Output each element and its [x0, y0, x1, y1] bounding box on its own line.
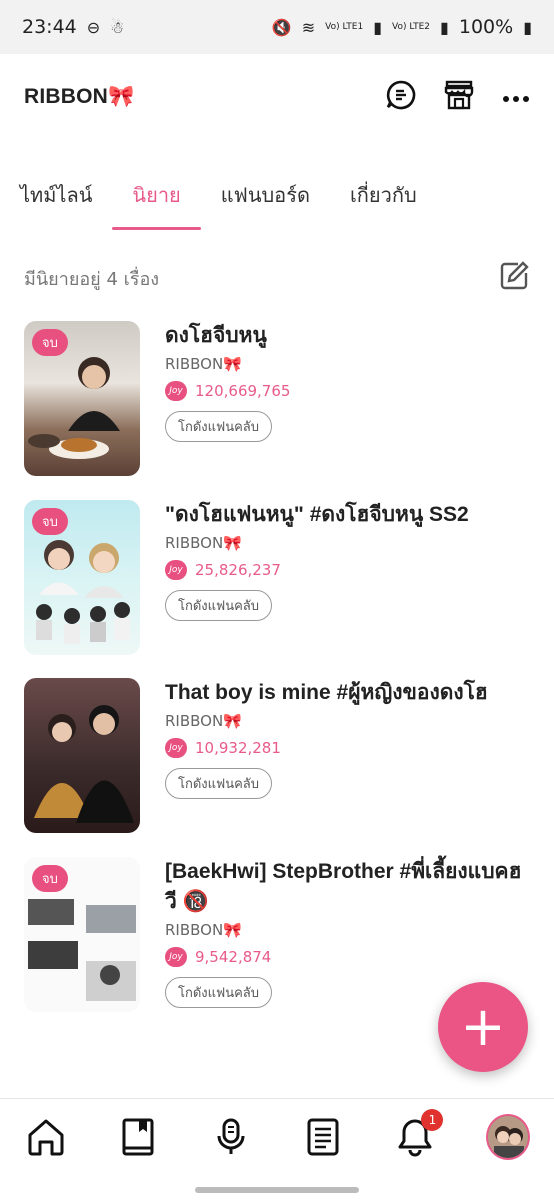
tab-timeline[interactable]: ไทม์ไลน์	[0, 160, 112, 230]
view-count: 120,669,765	[195, 382, 291, 400]
novel-item[interactable]: จบ ดงโฮจีบหนู RIBBON🎀 Joy 120,669,765 โก…	[24, 321, 530, 476]
novel-author: RIBBON🎀	[165, 534, 242, 552]
app-notification-icon: ☃	[110, 17, 125, 37]
nav-notifications[interactable]: 1	[393, 1109, 444, 1159]
tab-about[interactable]: เกี่ยวกับ	[330, 160, 437, 230]
joy-icon: Joy	[165, 738, 187, 758]
signal-icon: ▮	[373, 17, 383, 37]
system-home-indicator	[195, 1187, 359, 1193]
nav-home[interactable]	[24, 1115, 68, 1159]
signal-icon-2: ▮	[440, 17, 449, 37]
book-icon	[122, 1118, 154, 1156]
profile-tabs: ไทม์ไลน์ นิยาย แฟนบอร์ด เกี่ยวกับ	[0, 160, 554, 230]
view-count: 9,542,874	[195, 948, 272, 966]
bottom-navigation: 1	[0, 1098, 554, 1201]
novel-info: ดงโฮจีบหนู RIBBON🎀 Joy 120,669,765 โกดัง…	[165, 321, 530, 442]
joy-icon: Joy	[165, 381, 187, 401]
novel-cover[interactable]	[24, 678, 140, 833]
view-count: 25,826,237	[195, 561, 281, 579]
view-count-row: Joy 9,542,874	[165, 947, 530, 967]
view-count-row: Joy 10,932,281	[165, 738, 530, 758]
nav-podcast[interactable]	[209, 1115, 253, 1159]
sim2-label: Vo) LTE2	[392, 21, 431, 32]
mute-icon: 🔇	[271, 17, 292, 37]
plus-icon: +	[460, 995, 506, 1058]
view-count: 10,932,281	[195, 739, 281, 757]
profile-title: RIBBON🎀	[24, 85, 135, 108]
do-not-disturb-icon: ⊖	[86, 17, 101, 37]
novel-list-section: มีนิยายอยู่ 4 เรื่อง จบ ดงโฮจีบหนู RIBBO…	[0, 230, 554, 1100]
novel-info: That boy is mine #ผู้หญิงของดงโฮ RIBBON🎀…	[165, 678, 530, 799]
status-time: 23:44	[22, 16, 77, 38]
novel-author: RIBBON🎀	[165, 355, 242, 373]
novel-count: มีนิยายอยู่ 4 เรื่อง	[24, 268, 160, 290]
battery-icon: ▮	[523, 17, 532, 37]
completed-badge: จบ	[32, 865, 68, 892]
battery-text: 100%	[458, 16, 514, 38]
fanclub-button[interactable]: โกดังแฟนคลับ	[165, 411, 273, 442]
notification-count-badge: 1	[421, 1109, 444, 1131]
novel-title[interactable]: "ดงโฮแฟนหนู" #ดงโฮจีบหนู SS2	[165, 500, 530, 530]
microphone-icon	[217, 1118, 245, 1154]
status-bar-right: 🔇 ≋ Vo) LTE1 ▮ Vo) LTE2 ▮ 100% ▮	[272, 16, 532, 38]
novel-author: RIBBON🎀	[165, 712, 242, 730]
novel-title[interactable]: [BaekHwi] StepBrother #พี่เลี้ยงแบคฮวี 🔞	[165, 857, 530, 917]
nav-profile[interactable]	[485, 1114, 530, 1160]
nav-library[interactable]	[116, 1115, 160, 1159]
tab-novels[interactable]: นิยาย	[112, 160, 202, 230]
novel-item[interactable]: จบ [BaekHwi] StepBrother #พี่เลี้ยงแบคฮว…	[24, 857, 530, 1012]
bottom-nav-items: 1	[0, 1109, 554, 1160]
chat-icon[interactable]	[386, 80, 416, 114]
header-actions	[386, 80, 530, 114]
tab-fanboard[interactable]: แฟนบอร์ด	[201, 160, 330, 230]
sim1-label: Vo) LTE1	[325, 21, 364, 32]
novel-count-row: มีนิยายอยู่ 4 เรื่อง	[24, 260, 530, 296]
novel-cover[interactable]: จบ	[24, 857, 140, 1012]
header: RIBBON🎀	[0, 54, 554, 140]
document-list-icon	[307, 1118, 339, 1156]
completed-badge: จบ	[32, 508, 68, 535]
novel-title[interactable]: That boy is mine #ผู้หญิงของดงโฮ	[165, 678, 530, 708]
add-novel-button[interactable]: +	[438, 982, 528, 1072]
more-options-icon[interactable]	[502, 88, 530, 107]
novel-title[interactable]: ดงโฮจีบหนู	[165, 321, 530, 351]
avatar[interactable]	[485, 1114, 530, 1160]
joy-icon: Joy	[165, 947, 187, 967]
novel-cover[interactable]: จบ	[24, 321, 140, 476]
novel-author: RIBBON🎀	[165, 921, 242, 939]
novel-cover[interactable]: จบ	[24, 500, 140, 655]
joy-icon: Joy	[165, 560, 187, 580]
fanclub-button[interactable]: โกดังแฟนคลับ	[165, 977, 273, 1008]
novel-item[interactable]: That boy is mine #ผู้หญิงของดงโฮ RIBBON🎀…	[24, 678, 530, 833]
store-icon[interactable]	[444, 80, 474, 114]
status-bar: 23:44 ⊖ ☃ 🔇 ≋ Vo) LTE1 ▮ Vo) LTE2 ▮ 100%…	[0, 0, 554, 54]
nav-feed[interactable]	[301, 1115, 345, 1159]
completed-badge: จบ	[32, 329, 68, 356]
edit-icon[interactable]	[498, 260, 530, 296]
view-count-row: Joy 120,669,765	[165, 381, 530, 401]
novel-info: "ดงโฮแฟนหนู" #ดงโฮจีบหนู SS2 RIBBON🎀 Joy…	[165, 500, 530, 621]
view-count-row: Joy 25,826,237	[165, 560, 530, 580]
novel-item[interactable]: จบ "ดงโฮแฟนหนู" #ดงโฮจีบหนู SS2 RIBBON🎀 …	[24, 500, 530, 655]
wifi-icon: ≋	[301, 17, 316, 37]
home-icon	[28, 1119, 64, 1156]
fanclub-button[interactable]: โกดังแฟนคลับ	[165, 590, 273, 621]
status-bar-left: 23:44 ⊖ ☃	[22, 16, 125, 38]
fanclub-button[interactable]: โกดังแฟนคลับ	[165, 768, 273, 799]
